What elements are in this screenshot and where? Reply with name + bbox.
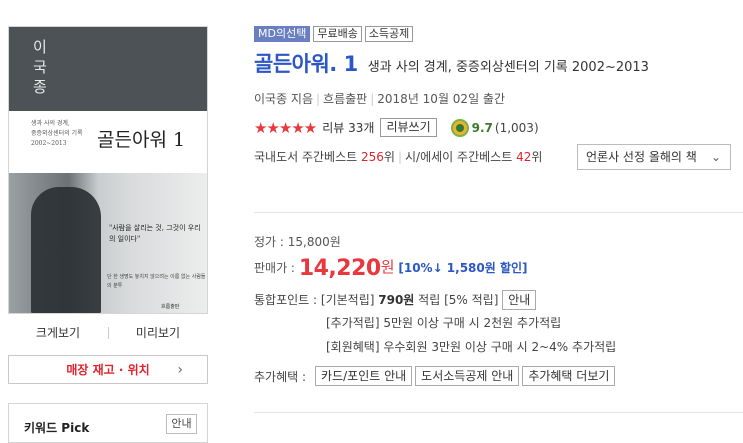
list-price: 정가 : 15,800원 <box>254 235 341 249</box>
book-cover-image[interactable]: 이 국 종 생과 사의 경계, 중증외상센터의 기록 2002~2013 골든아… <box>8 26 208 314</box>
score-value: 9.7 <box>471 120 493 135</box>
keyword-pick-title: 키워드 Pick <box>24 421 90 435</box>
keyword-info-button[interactable]: 안내 <box>166 414 197 434</box>
store-stock-label: 매장 재고 · 위치 <box>66 363 150 377</box>
store-stock-button[interactable]: 매장 재고 · 위치 › <box>8 355 208 384</box>
cover-subtitle: 생과 사의 경계, 중증외상센터의 기록 2002~2013 <box>31 120 83 147</box>
points-row: 통합포인트 : [기본적립] 790원 적립 [5% 적립] 안내 <box>254 290 537 310</box>
book-subtitle: 생과 사의 경계, 중증외상센터의 기록 2002~2013 <box>367 60 649 75</box>
bestseller-essay-link[interactable]: 시/에세이 주간베스트 42위 <box>405 150 542 164</box>
star-rating: ★★★★★ <box>254 118 317 137</box>
bestseller-domestic-link[interactable]: 국내도서 주간베스트 256위 <box>254 150 395 164</box>
sale-price-unit: 원 <box>380 258 395 276</box>
extra-benefits-row: 추가혜택 : 카드/포인트 안내 도서소득공제 안내 추가혜택 더보기 <box>254 366 616 386</box>
chevron-right-icon: › <box>177 362 183 378</box>
points-label: 통합포인트 : <box>254 293 318 307</box>
discount-info: [10%↓ 1,580원 할인] <box>398 261 528 275</box>
preview-link[interactable]: 미리보기 <box>108 322 208 344</box>
view-divider <box>108 327 109 339</box>
free-shipping-badge: 무료배송 <box>313 26 362 42</box>
tax-deduction-badge: 소득공제 <box>364 26 414 42</box>
badge-row: MD의선택 무료배송 소득공제 <box>254 26 414 42</box>
score-count: (1,003) <box>494 120 539 135</box>
chevron-down-icon: ⌄ <box>710 150 721 164</box>
press-selection-dropdown[interactable]: 언론사 선정 올해의 책 ⌄ <box>577 144 731 170</box>
book-meta: 이국종 지음 | 흐름출판 | 2018년 10월 02일 출간 <box>254 90 505 107</box>
publisher-link[interactable]: 흐름출판 <box>323 92 367 106</box>
card-points-button[interactable]: 카드/포인트 안내 <box>315 366 413 386</box>
more-benefits-button[interactable]: 추가혜택 더보기 <box>522 366 616 386</box>
rating-row: ★★★★★ 리뷰 33개 리뷰쓰기 9.7 (1,003) <box>254 118 539 137</box>
cover-quote: "사람을 살리는 것, 그것이 우리의 일이다" <box>109 224 201 243</box>
points-info-button[interactable]: 안내 <box>502 290 537 310</box>
extra-benefits-label: 추가혜택 : <box>254 369 307 384</box>
bestseller-divider: | <box>397 150 403 164</box>
basic-points-value: 790원 <box>378 293 415 307</box>
cover-publisher: 흐름출판 <box>161 304 180 310</box>
award-icon <box>450 118 469 137</box>
basic-points-suffix: 적립 <box>418 293 441 307</box>
book-title-row: 골든아워. 1 생과 사의 경계, 중증외상센터의 기록 2002~2013 <box>254 48 649 78</box>
sale-price: 14,220 <box>298 256 381 281</box>
bestseller-row: 국내도서 주간베스트 256위 | 시/에세이 주간베스트 42위 <box>254 148 542 165</box>
cover-author: 이 국 종 <box>33 38 47 96</box>
author-link[interactable]: 이국종 지음 <box>254 92 313 106</box>
basic-points-pct: [5% 적립] <box>444 293 499 307</box>
publish-date: 2018년 10월 02일 출간 <box>377 92 506 106</box>
extra-points-line: [추가적립] 5만원 이상 구매 시 2천원 추가적립 <box>326 316 562 330</box>
basic-points-label: [기본적립] <box>320 293 375 307</box>
member-benefit-line: [회원혜택] 우수회원 3만원 이상 구매 시 2~4% 추가적립 <box>326 340 617 354</box>
meta-divider: | <box>316 92 321 106</box>
md-choice-badge: MD의선택 <box>254 26 311 42</box>
book-tax-deduction-button[interactable]: 도서소득공제 안내 <box>415 366 520 386</box>
meta-divider: | <box>370 92 375 106</box>
cover-figure <box>31 187 101 313</box>
dropdown-label: 언론사 선정 올해의 책 <box>586 150 697 164</box>
review-count-link[interactable]: 리뷰 33개 <box>322 119 374 136</box>
book-title: 골든아워. 1 <box>254 52 358 76</box>
sale-price-label: 판매가 : <box>254 261 295 275</box>
write-review-button[interactable]: 리뷰쓰기 <box>380 118 437 137</box>
cover-small-text: 단 한 생명도 놓치지 않으려는 이름 없는 사람들의 분투 <box>107 274 206 289</box>
sale-price-row: 판매가 : 14,220원 [10%↓ 1,580원 할인] <box>254 256 528 281</box>
cover-title: 골든아워 1 <box>97 129 186 151</box>
divider <box>254 212 743 213</box>
zoom-view-link[interactable]: 크게보기 <box>8 322 108 344</box>
divider <box>254 412 743 413</box>
